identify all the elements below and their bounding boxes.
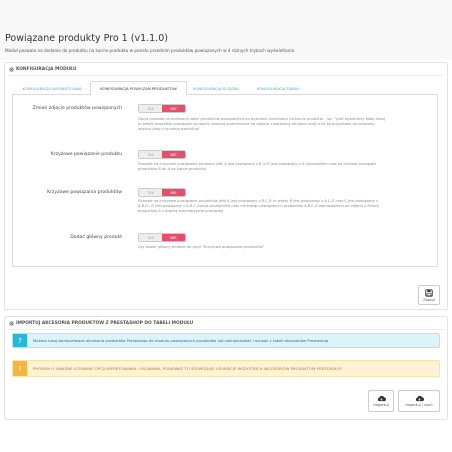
import-delete-label: Importuj i usuń xyxy=(405,403,433,407)
page-subtitle: Moduł pozwala na dodanie do produktu na … xyxy=(5,48,295,53)
import-delete-button[interactable]: Importuj i usuń xyxy=(398,390,440,412)
tab-product-relations-config[interactable]: KONFIGURACJA POWIĄZAŃ PRODUKTÓW xyxy=(90,81,187,96)
toggle-add-main-product[interactable]: TAK NIE xyxy=(138,233,186,242)
config-panel-title: KONFIGURACJA MODUŁU xyxy=(16,67,77,72)
row-label: Zmień zdjęcie produktów powiązanych xyxy=(32,106,122,111)
warning-alert-text: PROSIMY O UWAŻNE UŻYWANIE OPCJI IMPORTOW… xyxy=(33,366,343,371)
help-text: Pozwala na krzyżowe powiązanie produktów… xyxy=(138,199,380,213)
save-label: Zapisz xyxy=(423,297,435,302)
tab-slider-config[interactable]: KONFIGURACJA SLIDERA xyxy=(188,81,244,95)
page-title: Powiązane produkty Pro 1 (v1.1.0) xyxy=(5,33,168,44)
help-text: Pozwala na krzyżowe powiązanie produktu … xyxy=(138,162,376,171)
toggle-off-option[interactable]: NIE xyxy=(162,189,185,196)
toggle-cross-relation[interactable]: TAK NIE xyxy=(138,150,186,159)
import-panel-heading: IMPORTUJ AKCESORIA PRODUKTÓW Z PRESTASHO… xyxy=(9,321,193,326)
cloud-download-icon xyxy=(415,395,424,402)
help-text: Czy dodać główny produkt do opcji "Krzyż… xyxy=(138,245,265,249)
config-panel-heading: KONFIGURACJA MODUŁU xyxy=(9,67,77,72)
import-button[interactable]: Importuj xyxy=(368,390,394,412)
floppy-disk-icon xyxy=(425,288,433,297)
save-button[interactable]: Zapisz xyxy=(418,285,440,305)
gear-icon xyxy=(9,321,14,326)
warning-alert: ! PROSIMY O UWAŻNE UŻYWANIE OPCJI IMPORT… xyxy=(12,360,440,377)
tab-table-config[interactable]: KONFIGURACJA TABELI xyxy=(248,81,308,95)
help-text: Opcja pozwala na podmianę zdjęć produktó… xyxy=(138,117,386,131)
gear-icon xyxy=(9,67,14,72)
info-alert-text: Możesz tutaj zaimportować akcesoria prod… xyxy=(33,338,330,343)
toggle-on-option[interactable]: TAK xyxy=(139,151,162,158)
row-label: Dodać główny produkt xyxy=(70,235,122,240)
import-label: Importuj xyxy=(373,403,389,407)
question-icon: ? xyxy=(13,334,27,347)
toggle-cross-relations-products[interactable]: TAK NIE xyxy=(138,188,186,197)
import-panel-title: IMPORTUJ AKCESORIA PRODUKTÓW Z PRESTASHO… xyxy=(16,321,194,326)
toggle-on-option[interactable]: TAK xyxy=(139,189,162,196)
page-header: Powiązane produkty Pro 1 (v1.1.0) Moduł … xyxy=(0,0,452,60)
config-tabs: KONFIGURACJA WYŚWIETLANIA KONFIGURACJA P… xyxy=(12,81,438,96)
info-alert: ? Możesz tutaj zaimportować akcesoria pr… xyxy=(12,333,440,348)
row-label: Krzyżowe powiązanie produktu xyxy=(50,152,122,157)
row-label: Krzyżowe powiązania produktów xyxy=(47,190,122,195)
tab-display-config[interactable]: KONFIGURACJA WYŚWIETLANIA xyxy=(12,81,92,95)
divider xyxy=(8,75,444,76)
toggle-off-option[interactable]: NIE xyxy=(162,105,185,112)
toggle-change-image[interactable]: TAK NIE xyxy=(138,104,186,113)
toggle-on-option[interactable]: TAK xyxy=(139,105,162,112)
toggle-on-option[interactable]: TAK xyxy=(139,234,162,241)
toggle-off-option[interactable]: NIE xyxy=(162,151,185,158)
toggle-off-option[interactable]: NIE xyxy=(162,234,185,241)
warning-icon: ! xyxy=(13,361,27,376)
cloud-download-icon xyxy=(377,395,386,402)
divider xyxy=(8,329,444,330)
